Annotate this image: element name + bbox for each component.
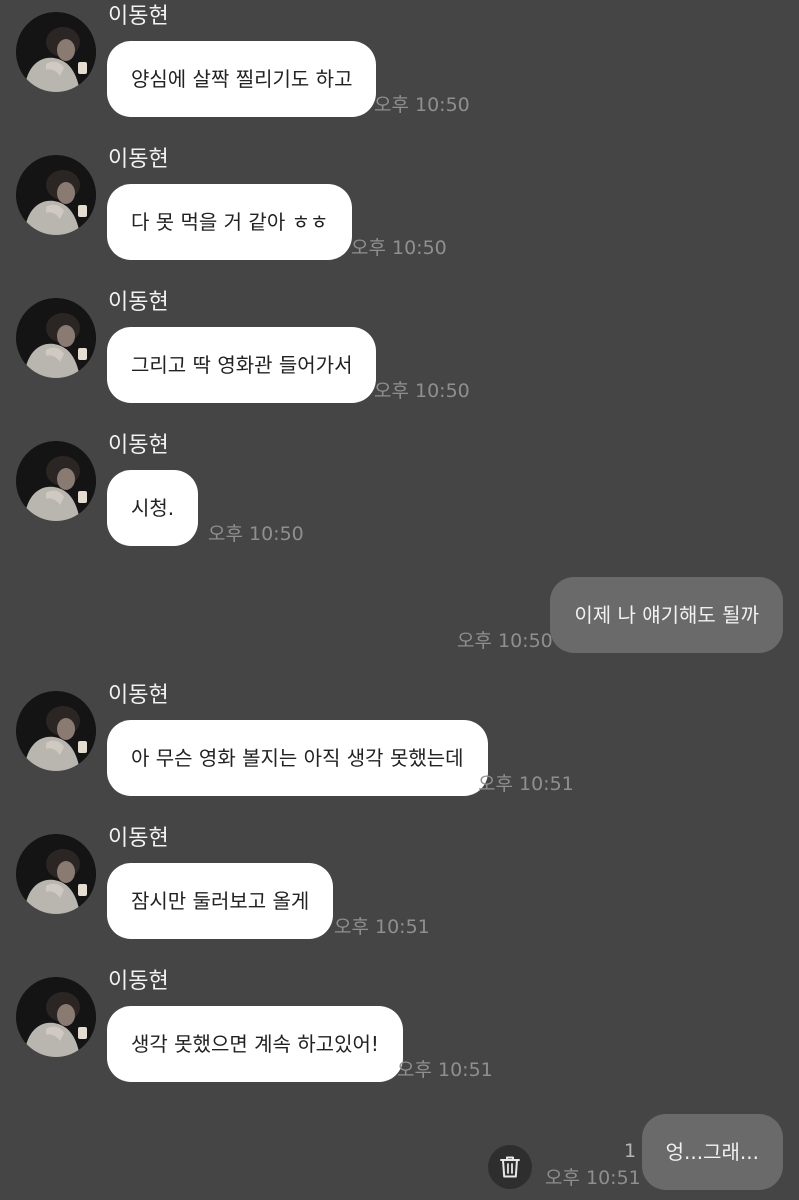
sender-avatar[interactable] xyxy=(16,834,96,914)
incoming-message-bubble[interactable]: 양심에 살짝 찔리기도 하고 xyxy=(107,41,377,117)
avatar-photo xyxy=(16,691,96,771)
avatar-photo xyxy=(16,155,96,235)
incoming-message-bubble[interactable]: 잠시만 둘러보고 올게 xyxy=(107,863,334,939)
sender-avatar[interactable] xyxy=(16,441,96,521)
message-timestamp: 오후 10:50 xyxy=(374,94,470,116)
delete-message-button[interactable] xyxy=(488,1145,532,1189)
sender-name: 이동현 xyxy=(108,4,169,29)
avatar-photo xyxy=(16,12,96,92)
message-timestamp: 오후 10:50 xyxy=(208,523,304,545)
message-timestamp: 오후 10:50 xyxy=(374,380,470,402)
sender-name: 이동현 xyxy=(108,826,169,851)
sender-avatar[interactable] xyxy=(16,12,96,92)
message-timestamp: 오후 10:51 xyxy=(545,1167,641,1189)
unread-count: 1 xyxy=(624,1140,637,1162)
incoming-message-bubble[interactable]: 시청. xyxy=(107,470,199,546)
incoming-message-bubble[interactable]: 그리고 딱 영화관 들어가서 xyxy=(107,327,377,403)
trash-icon xyxy=(500,1156,520,1178)
message-timestamp: 오후 10:50 xyxy=(457,630,553,652)
sender-avatar[interactable] xyxy=(16,155,96,235)
message-timestamp: 오후 10:51 xyxy=(397,1059,493,1081)
message-timestamp: 오후 10:51 xyxy=(478,773,574,795)
incoming-message-bubble[interactable]: 아 무슨 영화 볼지는 아직 생각 못했는데 xyxy=(107,720,488,796)
sender-name: 이동현 xyxy=(108,433,169,458)
avatar-photo xyxy=(16,441,96,521)
message-timestamp: 오후 10:50 xyxy=(351,237,447,259)
outgoing-message-bubble[interactable]: 이제 나 얘기해도 될까 xyxy=(550,577,783,653)
sender-name: 이동현 xyxy=(108,290,169,315)
avatar-photo xyxy=(16,834,96,914)
sender-avatar[interactable] xyxy=(16,977,96,1057)
sender-name: 이동현 xyxy=(108,683,169,708)
outgoing-message-bubble[interactable]: 엉...그래... xyxy=(641,1114,783,1190)
avatar-photo xyxy=(16,298,96,378)
chat-view: 이동현 양심에 살짝 찔리기도 하고 오후 10:50 이동현 다 못 먹을 거… xyxy=(0,0,799,1200)
incoming-message-bubble[interactable]: 다 못 먹을 거 같아 ㅎㅎ xyxy=(107,184,353,260)
sender-avatar[interactable] xyxy=(16,691,96,771)
avatar-photo xyxy=(16,977,96,1057)
sender-avatar[interactable] xyxy=(16,298,96,378)
sender-name: 이동현 xyxy=(108,969,169,994)
incoming-message-bubble[interactable]: 생각 못했으면 계속 하고있어! xyxy=(107,1006,403,1082)
sender-name: 이동현 xyxy=(108,147,169,172)
message-timestamp: 오후 10:51 xyxy=(334,916,430,938)
